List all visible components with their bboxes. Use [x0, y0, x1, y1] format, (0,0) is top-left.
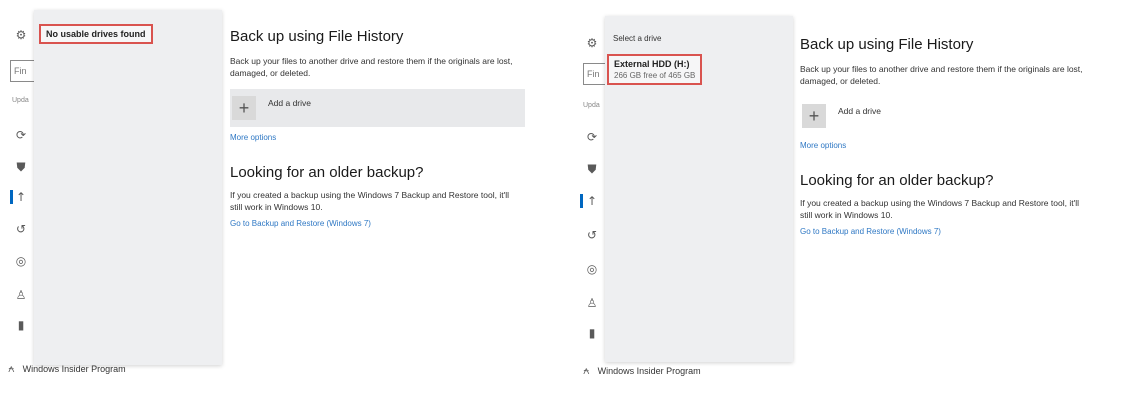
page-title: Back up using File History [800, 36, 974, 53]
page-description: Back up your files to another drive and … [800, 64, 1083, 86]
shield-icon[interactable]: ⛊ [585, 162, 599, 176]
insider-icon: ⍲ [583, 364, 590, 377]
add-drive-button[interactable]: + Add a drive [230, 89, 525, 127]
shield-icon[interactable]: ⛊ [14, 160, 28, 174]
no-drives-message: No usable drives found [39, 24, 153, 44]
selected-indicator [10, 190, 13, 204]
add-drive-label: Add a drive [838, 106, 881, 116]
drive-flyout: No usable drives found [34, 10, 222, 365]
person-icon[interactable]: ♙ [14, 288, 28, 302]
no-drives-text: No usable drives found [46, 29, 146, 39]
plus-icon: + [802, 104, 826, 128]
plus-icon: + [232, 96, 256, 120]
lock-icon[interactable]: ▮ [585, 326, 599, 340]
page-title: Back up using File History [230, 28, 404, 45]
older-backup-title: Looking for an older backup? [800, 172, 994, 189]
target-icon[interactable]: ◎ [585, 262, 599, 276]
insider-program-item[interactable]: ⍲ Windows Insider Program [583, 364, 701, 378]
backup-restore-link[interactable]: Go to Backup and Restore (Windows 7) [230, 219, 525, 228]
file-history-content: Back up using File History Back up your … [800, 36, 1100, 236]
panel-no-drives: ⚙ Fin Upda ⟳ ⛊ ↑ ↺ ◎ ♙ ▮ No usable drive… [0, 0, 560, 400]
rail-heading: Upda [583, 102, 600, 109]
backup-icon[interactable]: ↑ [14, 190, 28, 204]
drive-free-space: 266 GB free of 465 GB [614, 71, 696, 80]
more-options-link[interactable]: More options [800, 141, 1100, 150]
drive-name: External HDD (H:) [614, 59, 690, 69]
older-backup-description: If you created a backup using the Window… [230, 190, 509, 212]
insider-icon: ⍲ [8, 362, 15, 375]
insider-program-item[interactable]: ⍲ Windows Insider Program [8, 362, 126, 376]
selected-indicator [580, 194, 583, 208]
sync-icon[interactable]: ⟳ [585, 130, 599, 144]
backup-icon[interactable]: ↑ [585, 194, 599, 208]
select-drive-heading: Select a drive [613, 34, 662, 43]
gear-icon[interactable]: ⚙ [14, 28, 28, 42]
insider-label: Windows Insider Program [597, 366, 701, 376]
history-icon[interactable]: ↺ [585, 228, 599, 242]
person-icon[interactable]: ♙ [585, 296, 599, 310]
lock-icon[interactable]: ▮ [14, 318, 28, 332]
backup-restore-link[interactable]: Go to Backup and Restore (Windows 7) [800, 227, 1100, 236]
target-icon[interactable]: ◎ [14, 254, 28, 268]
older-backup-description: If you created a backup using the Window… [800, 198, 1079, 220]
gear-icon[interactable]: ⚙ [585, 36, 599, 50]
page-description: Back up your files to another drive and … [230, 56, 513, 78]
drive-option-external-hdd[interactable]: External HDD (H:) 266 GB free of 465 GB [607, 54, 703, 85]
rail-heading: Upda [12, 97, 29, 104]
sync-icon[interactable]: ⟳ [14, 128, 28, 142]
add-drive-button[interactable]: + Add a drive [800, 97, 1095, 135]
older-backup-title: Looking for an older backup? [230, 164, 424, 181]
file-history-content: Back up using File History Back up your … [230, 28, 525, 228]
add-drive-label: Add a drive [268, 98, 311, 108]
panel-select-drive: ⚙ Fin Upda ⟳ ⛊ ↑ ↺ ◎ ♙ ▮ Select a drive … [575, 0, 1128, 400]
history-icon[interactable]: ↺ [14, 222, 28, 236]
drive-flyout: Select a drive External HDD (H:) 266 GB … [605, 16, 793, 362]
insider-label: Windows Insider Program [22, 364, 126, 374]
more-options-link[interactable]: More options [230, 133, 525, 142]
